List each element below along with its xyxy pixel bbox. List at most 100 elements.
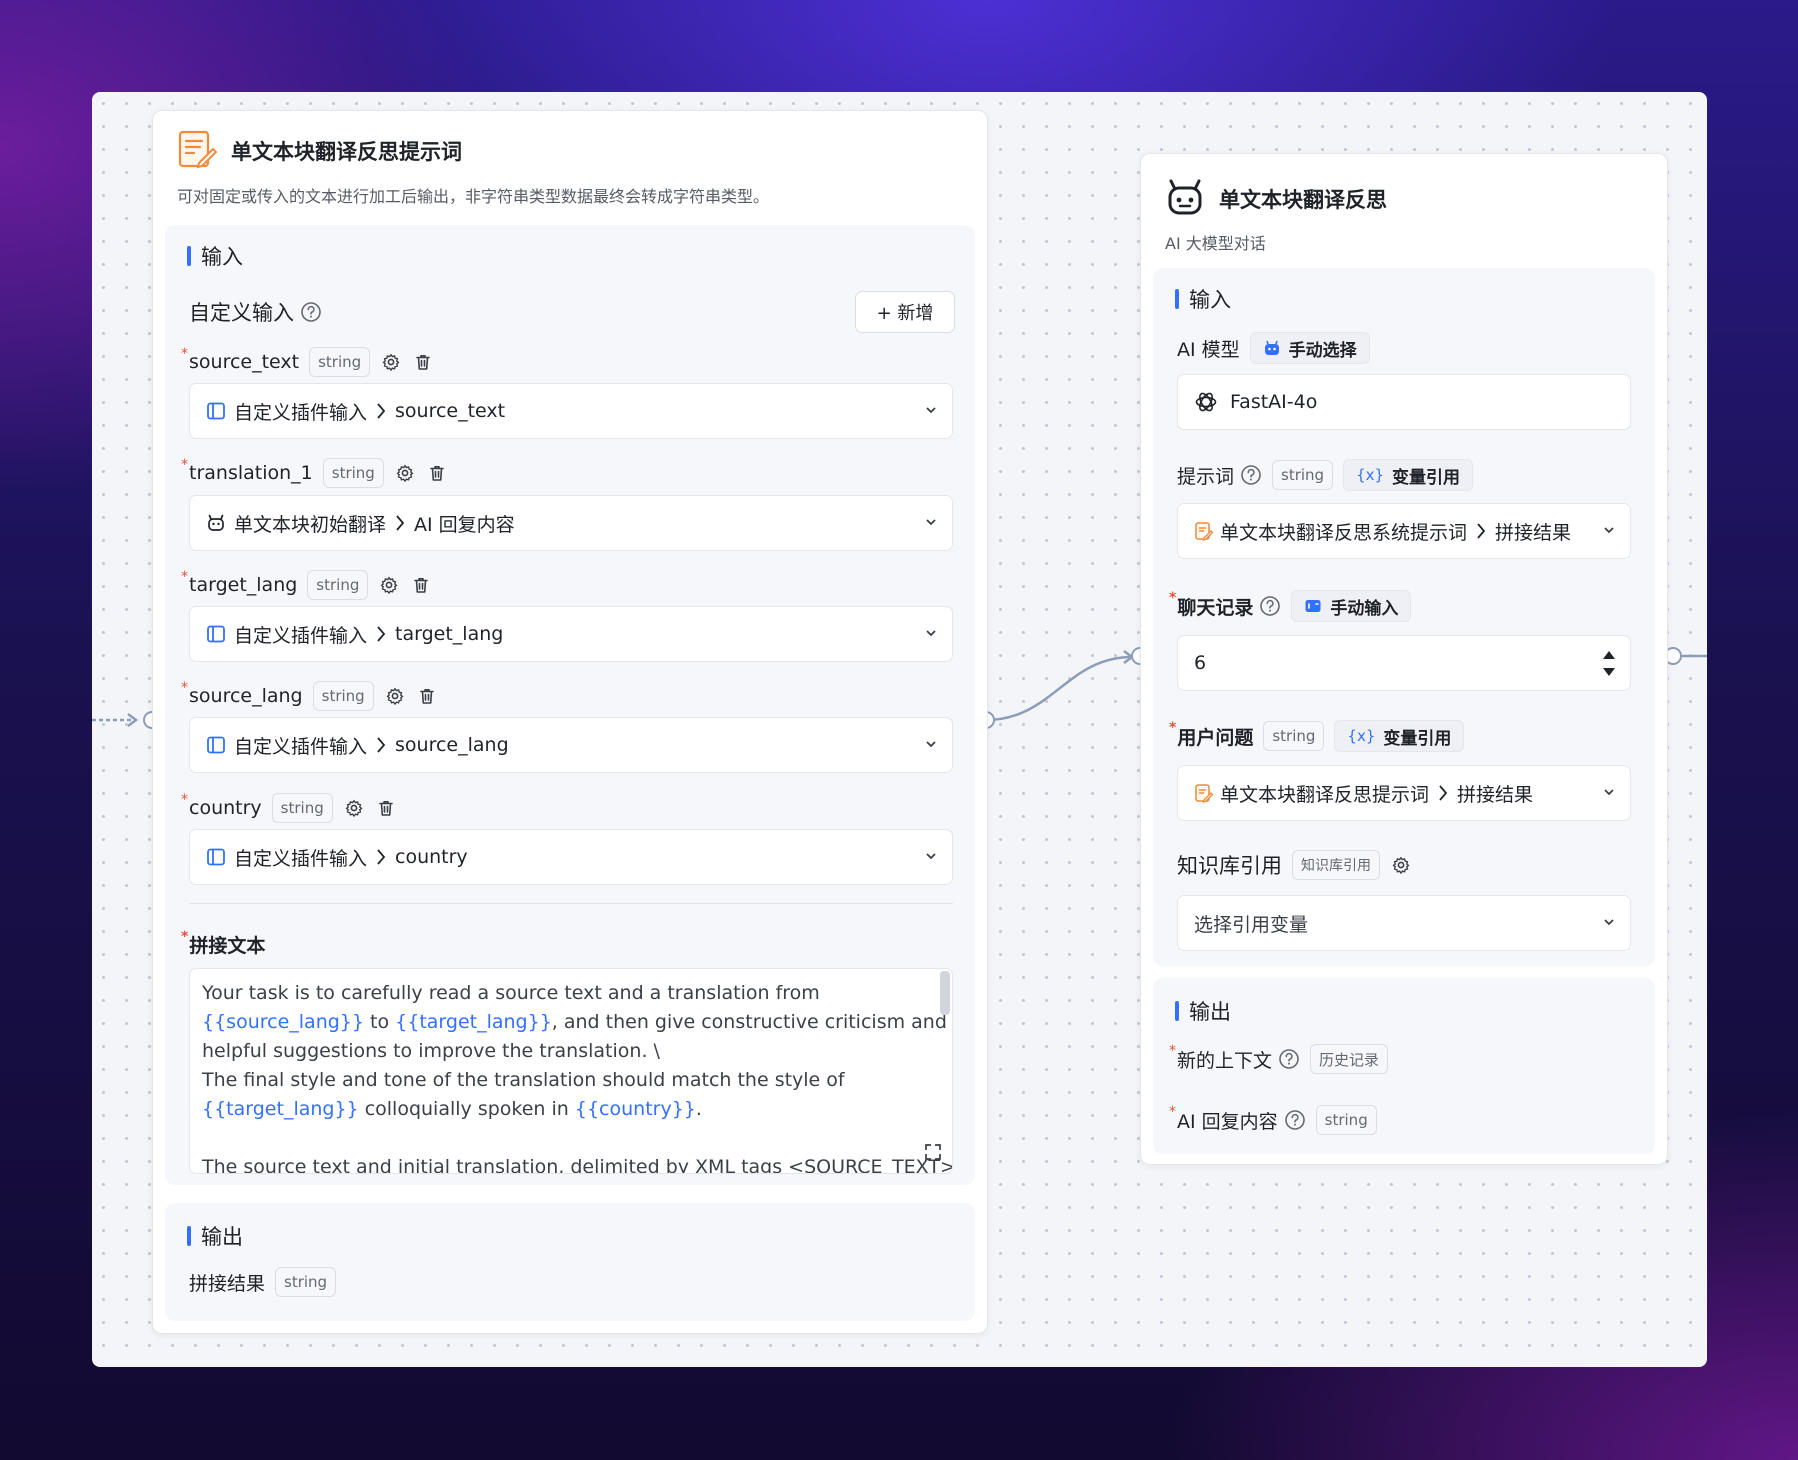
trash-icon[interactable]: [375, 797, 397, 819]
trash-icon[interactable]: [416, 685, 438, 707]
workflow-canvas[interactable]: 单文本块翻译反思提示词 可对固定或传入的文本进行加工后输出，非字符串类型数据最终…: [92, 92, 1707, 1367]
new-context-label: * 新的上下文 历史记录: [1169, 1043, 1389, 1074]
prompt-icon: [1194, 783, 1214, 803]
chat-history-label: * 聊天记录 手动输入: [1169, 590, 1412, 622]
chevron-right-icon: [375, 625, 387, 643]
field-select-source-lang[interactable]: 自定义插件输入 source_lang: [189, 717, 953, 773]
user-question-label: * 用户问题 string {x} 变量引用: [1169, 720, 1465, 752]
node-description: 可对固定或传入的文本进行加工后输出，非字符串类型数据最终会转成字符串类型。: [177, 187, 770, 206]
trash-icon[interactable]: [426, 462, 448, 484]
ai-model-label: AI 模型 手动选择: [1177, 332, 1370, 364]
text-edit-icon: [177, 129, 218, 173]
help-icon[interactable]: [1278, 1048, 1300, 1070]
chevron-down-icon: [924, 400, 938, 422]
node-title: 单文本块翻译反思提示词: [231, 140, 462, 164]
scrollbar[interactable]: [940, 971, 950, 1015]
output-section-label: 输出: [187, 1221, 243, 1251]
help-icon[interactable]: [1284, 1109, 1306, 1131]
plugin-input-icon: [206, 735, 226, 755]
chevron-down-icon: [924, 512, 938, 534]
chevron-down-icon: [924, 734, 938, 756]
chevron-right-icon: [375, 848, 387, 866]
field-label-country: * country string: [181, 792, 397, 823]
field-label-translation-1: * translation_1 string: [181, 457, 448, 488]
robot-icon: [1165, 177, 1205, 221]
text-concat-node[interactable]: 单文本块翻译反思提示词 可对固定或传入的文本进行加工后输出，非字符串类型数据最终…: [152, 110, 988, 1334]
chevron-right-icon: [1437, 784, 1449, 802]
variable-ref-pill[interactable]: {x} 变量引用: [1343, 459, 1474, 491]
help-icon[interactable]: [300, 301, 322, 323]
knowledge-ref-label: 知识库引用 知识库引用: [1177, 850, 1412, 880]
stepper-up-icon[interactable]: [1602, 650, 1616, 660]
field-select-target-lang[interactable]: 自定义插件输入 target_lang: [189, 606, 953, 662]
type-tag: string: [1272, 460, 1334, 490]
plugin-input-icon: [206, 624, 226, 644]
chevron-down-icon: [1602, 782, 1616, 804]
output-section: 输出 拼接结果 string: [165, 1203, 975, 1321]
openai-icon: [1194, 390, 1218, 414]
type-tag: string: [275, 1267, 337, 1297]
type-tag: string: [312, 681, 374, 711]
gear-icon[interactable]: [343, 797, 365, 819]
chevron-down-icon: [1602, 912, 1616, 934]
type-tag: string: [322, 458, 384, 488]
gear-icon[interactable]: [394, 462, 416, 484]
input-section-label: 输入: [1175, 284, 1231, 314]
field-label-target-lang: * target_lang string: [181, 569, 432, 600]
plugin-input-icon: [206, 401, 226, 421]
divider: [189, 903, 953, 904]
type-tag: string: [1263, 721, 1325, 751]
output-result-label: 拼接结果 string: [189, 1267, 337, 1297]
user-question-select[interactable]: 单文本块翻译反思提示词 拼接结果: [1177, 765, 1631, 821]
node-title: 单文本块翻译反思: [1219, 188, 1387, 212]
output-section: 输出 * 新的上下文 历史记录 * AI 回复内容 string: [1153, 978, 1655, 1154]
gear-icon[interactable]: [378, 574, 400, 596]
gear-icon[interactable]: [1390, 854, 1412, 876]
type-tag: 历史记录: [1310, 1044, 1389, 1074]
concat-text-label: * 拼接文本: [181, 928, 266, 958]
field-label-source-lang: * source_lang string: [181, 680, 438, 711]
field-select-translation-1[interactable]: 单文本块初始翻译 AI 回复内容: [189, 495, 953, 551]
expand-icon[interactable]: [924, 1143, 942, 1161]
robot-icon: [206, 513, 226, 533]
chat-history-stepper[interactable]: 6: [1177, 635, 1631, 691]
plugin-input-icon: [206, 847, 226, 867]
type-tag: 知识库引用: [1292, 850, 1380, 880]
type-tag: string: [309, 347, 371, 377]
add-input-button[interactable]: + 新增: [855, 291, 955, 333]
help-icon[interactable]: [1240, 464, 1262, 486]
chevron-right-icon: [394, 514, 406, 532]
ai-chat-node[interactable]: 单文本块翻译反思 AI 大模型对话 输入 AI 模型 手动选择 FastAI-4…: [1140, 153, 1668, 1165]
knowledge-ref-select[interactable]: 选择引用变量: [1177, 895, 1631, 951]
chevron-down-icon: [924, 623, 938, 645]
chevron-right-icon: [1475, 522, 1487, 540]
concat-text-editor[interactable]: Your task is to carefully read a source …: [189, 968, 953, 1174]
trash-icon[interactable]: [412, 351, 434, 373]
trash-icon[interactable]: [410, 574, 432, 596]
custom-input-label: 自定义输入: [189, 297, 322, 327]
ai-model-select[interactable]: FastAI-4o: [1177, 374, 1631, 430]
help-icon[interactable]: [1259, 595, 1281, 617]
type-tag: string: [1315, 1105, 1377, 1135]
chevron-down-icon: [1602, 520, 1616, 542]
field-label-source-text: * source_text string: [181, 346, 434, 377]
gear-icon[interactable]: [380, 351, 402, 373]
manual-select-pill[interactable]: 手动选择: [1249, 332, 1370, 364]
input-section-label: 输入: [187, 241, 243, 271]
field-select-country[interactable]: 自定义插件输入 country: [189, 829, 953, 885]
variable-ref-pill[interactable]: {x} 变量引用: [1334, 720, 1465, 752]
type-tag: string: [307, 570, 369, 600]
prompt-icon: [1194, 521, 1214, 541]
node-description: AI 大模型对话: [1165, 234, 1266, 253]
stepper-down-icon[interactable]: [1602, 667, 1616, 677]
chevron-right-icon: [375, 402, 387, 420]
manual-input-pill[interactable]: 手动输入: [1291, 590, 1412, 622]
output-section-label: 输出: [1175, 996, 1231, 1026]
prompt-select[interactable]: 单文本块翻译反思系统提示词 拼接结果: [1177, 503, 1631, 559]
chevron-down-icon: [924, 846, 938, 868]
prompt-label: 提示词 string {x} 变量引用: [1177, 459, 1474, 491]
chevron-right-icon: [375, 736, 387, 754]
field-select-source-text[interactable]: 自定义插件输入 source_text: [189, 383, 953, 439]
ai-reply-label: * AI 回复内容 string: [1169, 1104, 1377, 1135]
gear-icon[interactable]: [384, 685, 406, 707]
